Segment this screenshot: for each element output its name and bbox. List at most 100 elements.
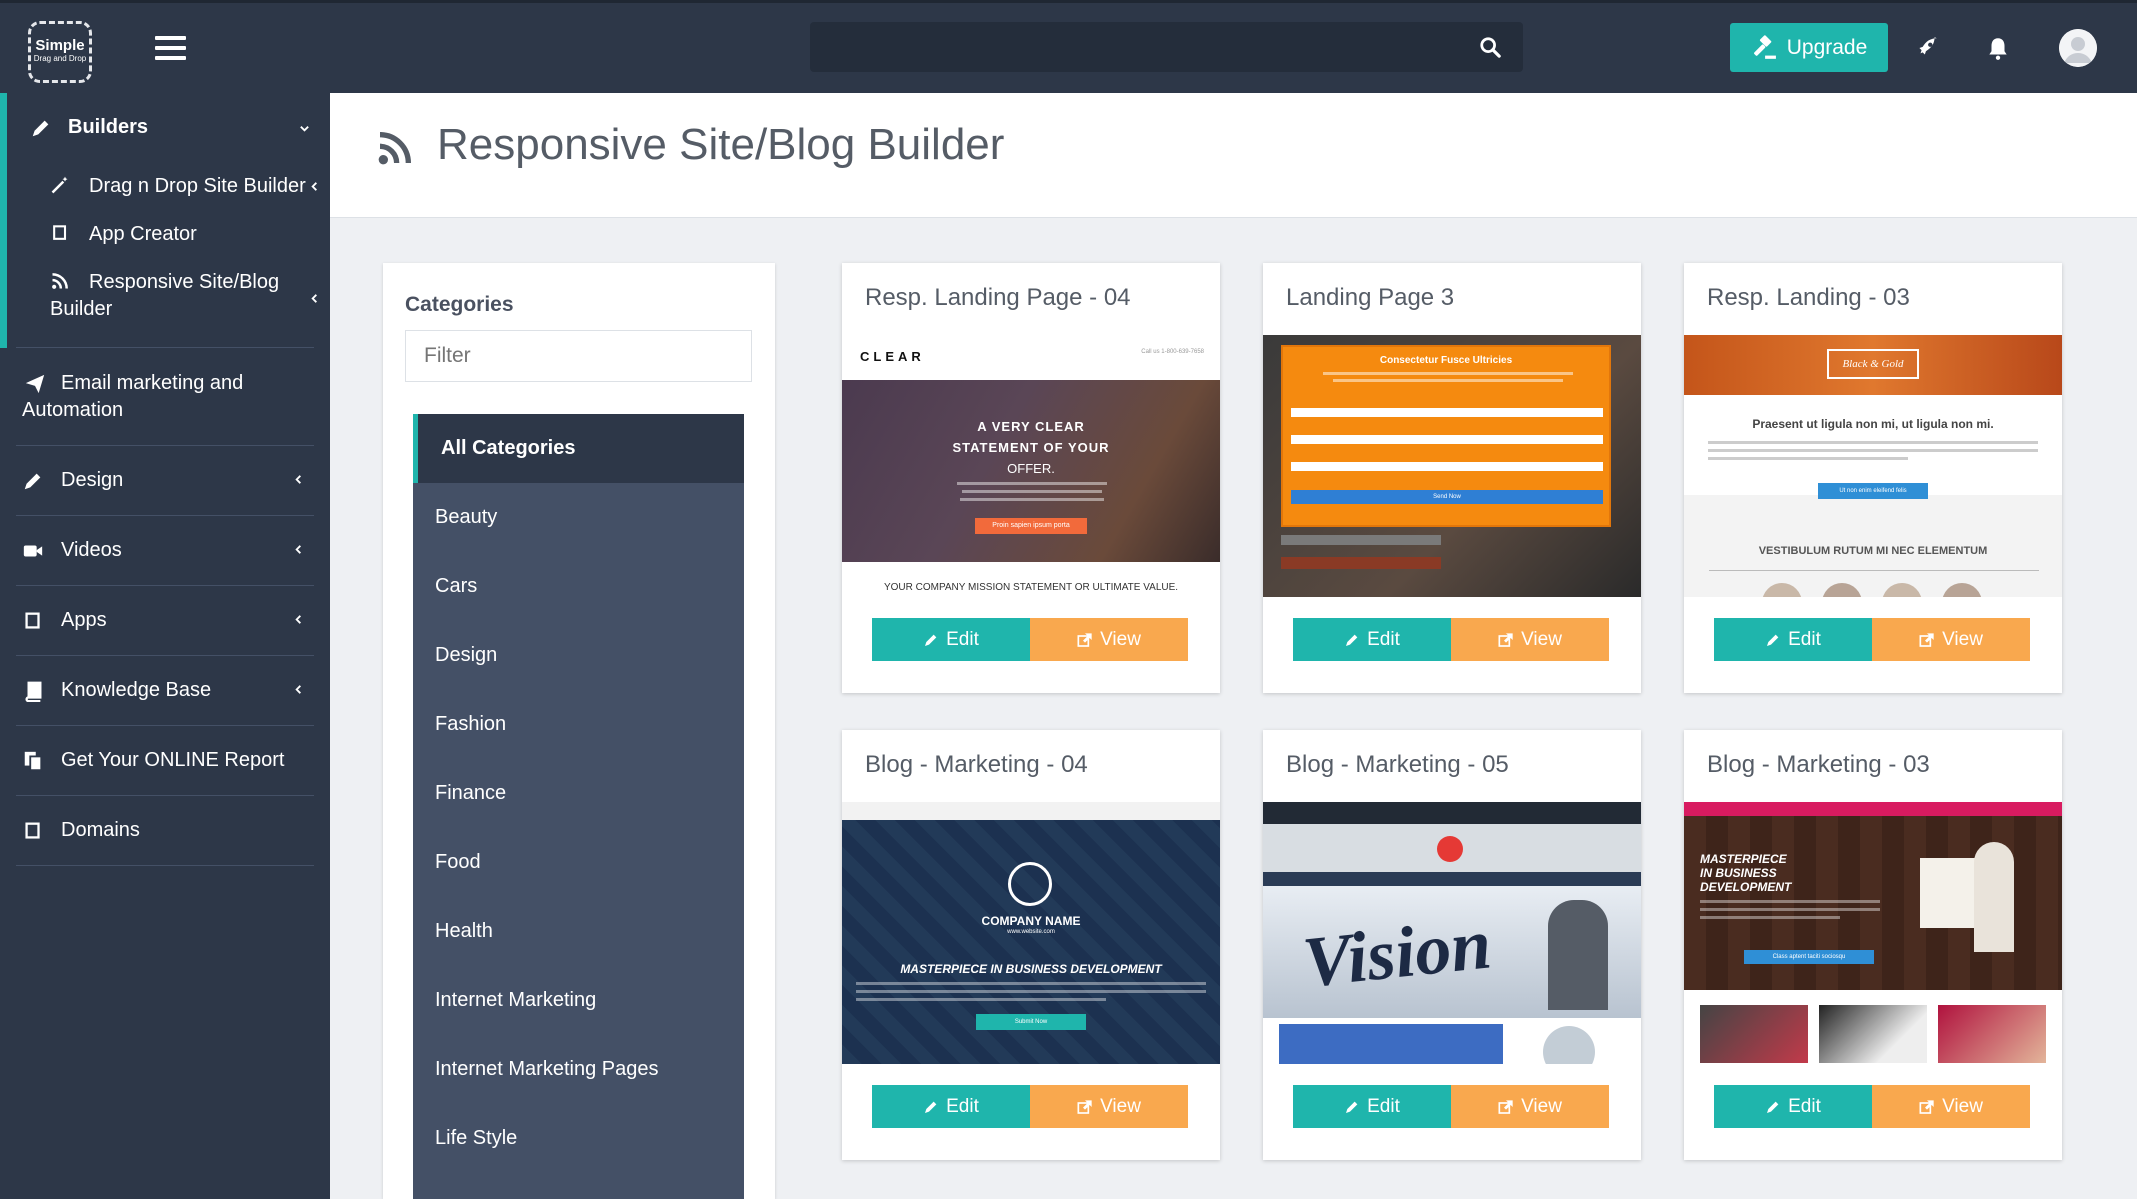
- template-preview-image[interactable]: COMPANY NAME www.website.com MASTERPIECE…: [842, 802, 1220, 1064]
- category-item[interactable]: Beauty: [413, 483, 744, 552]
- sidebar-item-label: Builders: [68, 116, 149, 138]
- pencil-icon: [1767, 1101, 1779, 1113]
- edit-button[interactable]: Edit: [1293, 1085, 1451, 1128]
- external-link-icon: [1498, 1099, 1513, 1114]
- external-link-icon: [1498, 632, 1513, 647]
- category-item[interactable]: Health: [413, 897, 744, 966]
- category-item[interactable]: Fashion: [413, 690, 744, 759]
- preview-line: DEVELOPMENT: [1700, 880, 1792, 894]
- external-link-icon: [1077, 1099, 1092, 1114]
- search-icon[interactable]: [1479, 36, 1501, 58]
- card-actions: Edit View: [872, 618, 1188, 661]
- template-card: Resp. Landing Page - 04 CLEAR Call us 1-…: [842, 263, 1220, 693]
- edit-button[interactable]: Edit: [1714, 1085, 1872, 1128]
- template-preview-image[interactable]: CLEAR Call us 1-800-639-7658 A VERY CLEA…: [842, 335, 1220, 597]
- preview-section: VESTIBULUM RUTUM MI NEC ELEMENTUM: [1758, 545, 1988, 557]
- categories-title: Categories: [405, 293, 514, 316]
- category-list: All Categories Beauty Cars Design Fashio…: [413, 414, 744, 1199]
- view-button[interactable]: View: [1872, 1085, 2030, 1128]
- view-label: View: [1942, 1095, 1983, 1117]
- chevron-left-icon: [311, 182, 317, 191]
- sidebar-item-label-cont: Automation: [22, 399, 124, 421]
- template-title: Blog - Marketing - 04: [865, 751, 1088, 778]
- rss-icon: [378, 132, 411, 165]
- divider: [16, 515, 314, 516]
- sidebar-item-label: Apps: [61, 609, 107, 631]
- categories-panel: Categories All Categories Beauty Cars De…: [383, 263, 775, 1199]
- logo-text-sub: Drag and Drop: [33, 54, 87, 63]
- edit-label: Edit: [1788, 1095, 1821, 1117]
- menu-toggle-icon[interactable]: [155, 36, 186, 62]
- upgrade-button[interactable]: Upgrade: [1730, 23, 1888, 72]
- category-item[interactable]: Finance: [413, 759, 744, 828]
- sidebar-item-label: Knowledge Base: [61, 679, 212, 701]
- view-button[interactable]: View: [1030, 618, 1188, 661]
- pencil-icon: [1346, 1101, 1358, 1113]
- external-link-icon: [1919, 1099, 1934, 1114]
- chevron-left-icon: [295, 545, 301, 554]
- divider: [16, 585, 314, 586]
- external-link-icon: [1077, 632, 1092, 647]
- category-item[interactable]: Internet Marketing Pages: [413, 1035, 744, 1104]
- template-card: Resp. Landing - 03 Black & Gold Praesent…: [1684, 263, 2062, 693]
- category-item-all[interactable]: All Categories: [413, 414, 744, 483]
- user-avatar[interactable]: [2059, 29, 2097, 67]
- category-item[interactable]: Internet Marketing: [413, 966, 744, 1035]
- upgrade-label: Upgrade: [1786, 35, 1868, 59]
- edit-button[interactable]: Edit: [1293, 618, 1451, 661]
- preview-line: IN BUSINESS: [1700, 866, 1777, 880]
- category-filter-input[interactable]: [405, 330, 752, 382]
- preview-cta: Submit Now: [976, 1014, 1086, 1030]
- view-label: View: [1100, 1095, 1141, 1117]
- view-label: View: [1942, 628, 1983, 650]
- chevron-left-icon: [311, 294, 317, 303]
- card-actions: Edit View: [1714, 1085, 2030, 1128]
- divider: [16, 865, 314, 866]
- view-button[interactable]: View: [1451, 1085, 1609, 1128]
- preview-line: MASTERPIECE: [1700, 852, 1787, 866]
- rocket-icon[interactable]: [1914, 35, 1940, 61]
- chevron-left-icon: [295, 475, 301, 484]
- sidebar-sub-label: App Creator: [89, 223, 197, 245]
- preview-headline: A VERY CLEAR: [977, 419, 1085, 434]
- category-item[interactable]: Cars: [413, 552, 744, 621]
- preview-brand: CLEAR: [860, 349, 925, 364]
- preview-website: www.website.com: [1007, 929, 1055, 935]
- search-input[interactable]: [810, 22, 1523, 72]
- category-item[interactable]: Design: [413, 621, 744, 690]
- pencil-icon: [24, 473, 41, 490]
- preview-form-title: Consectetur Fusce Ultricies: [1379, 355, 1513, 366]
- edit-button[interactable]: Edit: [872, 618, 1030, 661]
- view-button[interactable]: View: [1872, 618, 2030, 661]
- template-title: Blog - Marketing - 05: [1286, 751, 1509, 778]
- sidebar-item-label: Email marketing and: [61, 372, 244, 394]
- template-preview-image[interactable]: Vision: [1263, 802, 1641, 1064]
- template-preview-image[interactable]: Black & Gold Praesent ut ligula non mi, …: [1684, 335, 2062, 597]
- preview-headline: OFFER.: [1007, 461, 1055, 476]
- template-title: Resp. Landing - 03: [1707, 284, 1910, 311]
- edit-label: Edit: [946, 628, 979, 650]
- edit-button[interactable]: Edit: [872, 1085, 1030, 1128]
- template-preview-image[interactable]: MASTERPIECE IN BUSINESS DEVELOPMENT Clas…: [1684, 802, 2062, 1064]
- edit-label: Edit: [946, 1095, 979, 1117]
- notification-bell-icon[interactable]: [1985, 35, 2011, 61]
- edit-label: Edit: [1367, 628, 1400, 650]
- template-card: Blog - Marketing - 05 Vision Edit View: [1263, 730, 1641, 1160]
- view-button[interactable]: View: [1451, 618, 1609, 661]
- page-header: Responsive Site/Blog Builder: [330, 93, 2137, 218]
- card-actions: Edit View: [1293, 1085, 1609, 1128]
- edit-button[interactable]: Edit: [1714, 618, 1872, 661]
- square-icon: [53, 225, 67, 240]
- preview-headline: STATEMENT OF YOUR: [952, 440, 1110, 455]
- divider: [16, 655, 314, 656]
- template-title: Resp. Landing Page - 04: [865, 284, 1131, 311]
- app-logo[interactable]: Simple Drag and Drop: [28, 21, 92, 83]
- sidebar-sub-label-cont: Builder: [50, 298, 113, 320]
- preview-cta: Ut non enim eleifend felis: [1818, 483, 1928, 499]
- sidebar-item-label: Domains: [61, 819, 140, 841]
- template-preview-image[interactable]: Consectetur Fusce Ultricies Send Now: [1263, 335, 1641, 597]
- view-button[interactable]: View: [1030, 1085, 1188, 1128]
- card-actions: Edit View: [1714, 618, 2030, 661]
- category-item[interactable]: Food: [413, 828, 744, 897]
- category-item[interactable]: Life Style: [413, 1104, 744, 1173]
